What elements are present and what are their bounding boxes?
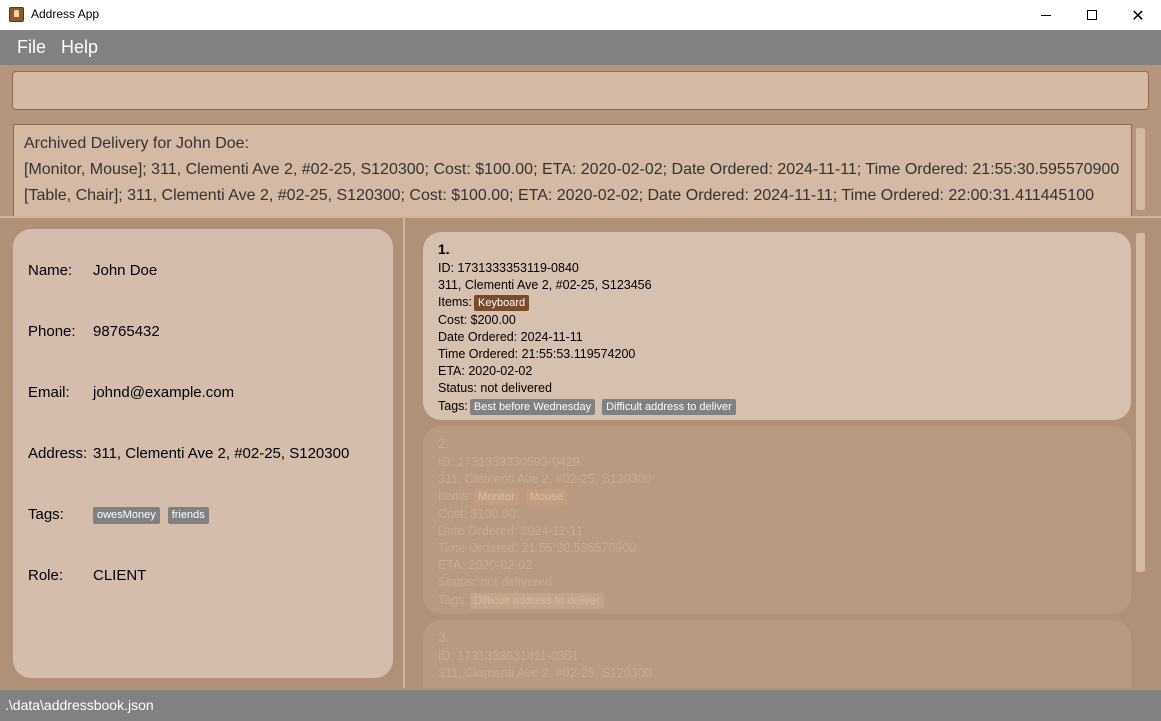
delivery-cost: Cost: $100.00 [438, 506, 516, 521]
name-label: Name: [28, 262, 73, 279]
address-book-icon [9, 7, 24, 22]
delivery-items: Items: Monitor Mouse [438, 488, 1131, 506]
tag-chip: Difficult address to deliver [602, 398, 736, 415]
minimize-button[interactable] [1023, 0, 1069, 30]
delivery-list: 1. ID: 1731333353119-0840 311, Clementi … [405, 218, 1161, 688]
phone-label: Phone: [28, 323, 76, 340]
item-chip: Monitor [474, 489, 519, 506]
delivery-index: 3. [438, 629, 450, 645]
result-line: [Monitor, Mouse]; 311, Clementi Ave 2, #… [24, 161, 1120, 178]
role-value: CLIENT [93, 567, 147, 584]
result-line: Archived Delivery for John Doe: [24, 135, 249, 152]
items-label: Items: [438, 489, 473, 504]
command-input[interactable] [12, 71, 1149, 110]
delivery-card[interactable]: 3. ID: 1731333631411-0351 311, Clementi … [423, 620, 1131, 688]
role-label: Role: [28, 567, 64, 584]
command-box-area [0, 65, 1161, 116]
delivery-address: 311, Clementi Ave 2, #02-25, S120300 [438, 472, 652, 487]
delivery-index: 1. [438, 241, 450, 257]
delivery-items: Items: Keyboard [438, 294, 1131, 312]
delivery-cost: Cost: $200.00 [438, 312, 516, 327]
tag-chip: Best before Wednesday [469, 398, 596, 415]
main-panel: Name: John Doe Phone: 98765432 Email: jo… [0, 218, 1161, 688]
delivery-card[interactable]: 1. ID: 1731333353119-0840 311, Clementi … [423, 232, 1131, 420]
delivery-id: ID: 1731333330593-0429 [438, 455, 580, 469]
tag-chip: Difficult address to deliver [469, 592, 604, 609]
delivery-index: 2. [438, 435, 450, 451]
result-display-area: Archived Delivery for John Doe: [Monitor… [0, 116, 1161, 216]
delivery-id: ID: 1731333353119-0840 [438, 261, 579, 275]
menu-bar: File Help [0, 30, 1161, 65]
delivery-status: Status: not delivered [438, 381, 552, 396]
window-title: Address App [31, 7, 100, 21]
item-chip: Mouse [525, 489, 567, 506]
person-detail-card: Name: John Doe Phone: 98765432 Email: jo… [13, 229, 393, 678]
delivery-list-scrollbar[interactable] [1136, 233, 1145, 572]
delivery-address: 311, Clementi Ave 2, #02-25, S123456 [438, 278, 652, 293]
address-value: 311, Clementi Ave 2, #02-25, S120300 [93, 445, 350, 462]
menu-help[interactable]: Help [61, 37, 98, 58]
delivery-date-ordered: Date Ordered: 2024-11-11 [438, 523, 583, 538]
items-label: Items: [438, 295, 473, 310]
title-bar: Address App ✕ [0, 0, 1161, 30]
name-value: John Doe [93, 262, 158, 279]
delivery-tags: Tags: Difficult address to deliver [438, 592, 1131, 609]
result-display[interactable]: Archived Delivery for John Doe: [Monitor… [13, 124, 1132, 216]
status-bar: .\data\addressbook.json [0, 690, 1161, 721]
delivery-card[interactable]: 2. ID: 1731333330593-0429 311, Clementi … [423, 426, 1131, 614]
delivery-tags: Tags: Best before Wednesday Difficult addr… [438, 398, 1131, 415]
close-icon: ✕ [1131, 5, 1145, 25]
save-location: .\data\addressbook.json [5, 697, 154, 713]
phone-value: 98765432 [93, 323, 160, 340]
delivery-time-ordered: Time Ordered: 21:55:30.595570900 [438, 541, 637, 556]
tags-label: Tags: [28, 506, 64, 523]
tags-label: Tags: [438, 592, 468, 607]
tags-label: Tags: [438, 398, 468, 413]
result-scrollbar[interactable] [1136, 128, 1145, 210]
delivery-time-ordered: Time Ordered: 21:55:53.119574200 [438, 347, 636, 362]
minimize-icon [1041, 14, 1051, 16]
email-label: Email: [28, 384, 70, 401]
result-line: [Table, Chair]; 311, Clementi Ave 2, #02… [24, 187, 1095, 204]
delivery-date-ordered: Date Ordered: 2024-11-11 [438, 329, 583, 344]
tag-badge: friends [167, 507, 209, 524]
delivery-id: ID: 1731333631411-0351 [438, 649, 579, 663]
menu-file[interactable]: File [17, 37, 46, 58]
delivery-eta: ETA: 2020-02-02 [438, 558, 533, 573]
address-label: Address: [28, 445, 88, 462]
delivery-status: Status: not delivered [438, 575, 552, 590]
maximize-button[interactable] [1069, 0, 1115, 30]
tag-badge: owesMoney [93, 507, 160, 524]
delivery-address: 311, Clementi Ave 2, #02-25, S120300 [438, 666, 652, 681]
email-value: johnd@example.com [93, 384, 235, 401]
close-button[interactable]: ✕ [1115, 0, 1161, 30]
delivery-eta: ETA: 2020-02-02 [438, 364, 533, 379]
maximize-icon [1087, 10, 1097, 20]
tags-list: owesMoney friends [93, 505, 217, 524]
item-chip: Keyboard [474, 295, 530, 312]
